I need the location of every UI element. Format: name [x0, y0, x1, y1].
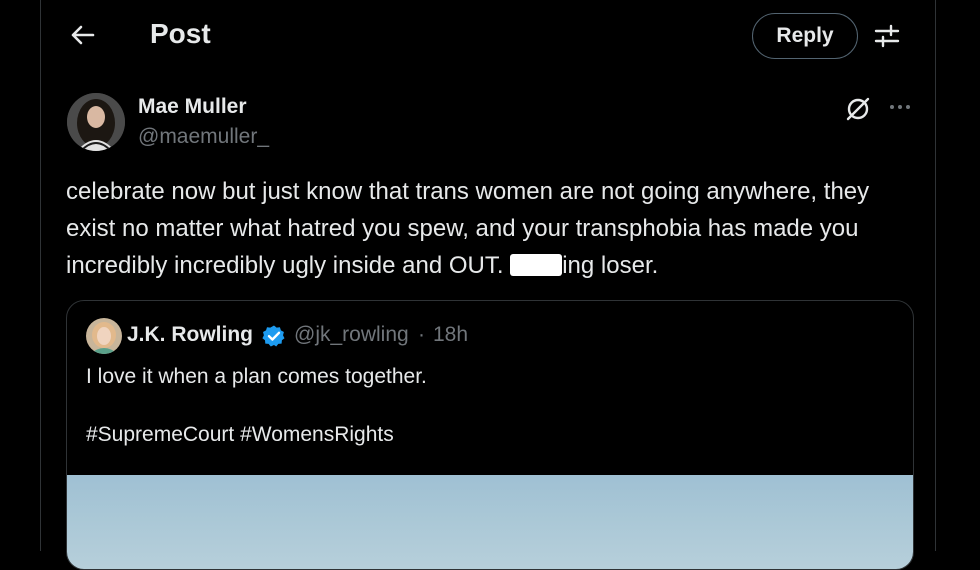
header: Post Reply [41, 0, 935, 70]
more-button[interactable] [886, 93, 914, 121]
back-button[interactable] [65, 18, 99, 52]
post-text-part1: celebrate now but just know that trans w… [66, 178, 870, 279]
author-name[interactable]: Mae Muller [138, 95, 247, 119]
more-horizontal-icon [890, 105, 910, 109]
verified-badge-icon [262, 324, 286, 348]
redaction-mark [510, 254, 563, 276]
avatar[interactable] [67, 93, 125, 151]
quoted-avatar[interactable] [86, 318, 122, 354]
quoted-post-image[interactable] [67, 475, 913, 569]
main-column: Post Reply Mae Muller @maemuller_ celebr… [40, 0, 936, 570]
post-text-part2: ing loser. [562, 252, 659, 279]
quoted-post-hashtags[interactable]: #SupremeCourt #WomensRights [86, 423, 394, 447]
grok-button[interactable] [844, 95, 872, 123]
post-text: celebrate now but just know that trans w… [66, 173, 916, 284]
reply-button[interactable]: Reply [752, 13, 858, 59]
author-handle[interactable]: @maemuller_ [138, 125, 269, 149]
settings-button[interactable] [871, 20, 903, 52]
page-title: Post [150, 18, 211, 49]
quoted-timestamp: 18h [433, 323, 469, 346]
quoted-author-name: J.K. Rowling [127, 323, 253, 346]
separator-dot: · [418, 323, 425, 346]
quoted-post-text: I love it when a plan comes together. [86, 365, 427, 388]
quoted-post[interactable]: J.K. Rowling @jk_rowling · 18h I love it… [66, 300, 914, 570]
sliders-icon [874, 24, 900, 48]
arrow-left-icon [71, 25, 95, 45]
quoted-author-handle: @jk_rowling [294, 323, 409, 346]
grok-icon [846, 97, 870, 121]
